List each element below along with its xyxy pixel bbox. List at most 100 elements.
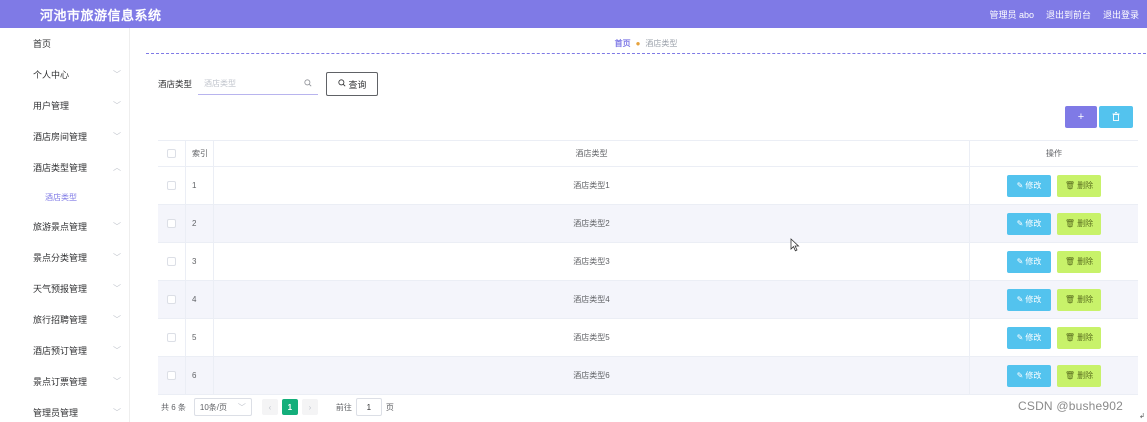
delete-button[interactable]: 🗑 删除 [1057, 364, 1101, 387]
mouse-pointer-icon [790, 238, 800, 252]
main-content: 首页 ● 酒店类型 酒店类型 酒店类型 查询 + 索引 酒店类型 操作 1 酒店… [130, 28, 1147, 422]
chevron-down-icon: ﹀ [113, 284, 121, 293]
edit-button[interactable]: ✎ 修改 [1007, 288, 1051, 311]
sidebar-item-user-management[interactable]: 用户管理 ﹀ [0, 90, 129, 121]
trash-icon: 🗑 [1064, 371, 1076, 380]
trash-icon: 🗑 [1064, 257, 1076, 266]
sidebar-item-hotel-room-management[interactable]: 酒店房间管理 ﹀ [0, 121, 129, 152]
chevron-down-icon: ﹀ [237, 402, 246, 412]
sidebar-item-hotel-booking-management[interactable]: 酒店预订管理 ﹀ [0, 335, 129, 366]
row-hotel-type: 酒店类型4 [214, 281, 970, 318]
sidebar-item-weather-management[interactable]: 天气预报管理 ﹀ [0, 273, 129, 304]
sidebar-item-label: 景点分类管理 [33, 253, 88, 263]
next-page-button[interactable]: › [301, 399, 318, 415]
chevron-down-icon: ﹀ [113, 101, 121, 110]
chevron-up-icon: ︿ [113, 163, 121, 172]
current-user: 管理员 abo [989, 9, 1034, 20]
plus-icon: + [1077, 111, 1085, 123]
logout-link[interactable]: 退出登录 [1103, 8, 1139, 21]
sidebar-item-label: 酒店类型管理 [33, 163, 88, 173]
edit-button-label: 修改 [1025, 371, 1042, 380]
breadcrumb-home[interactable]: 首页 [615, 38, 631, 49]
row-checkbox[interactable] [167, 257, 176, 266]
row-operations: ✎ 修改 🗑 删除 [970, 243, 1138, 280]
search-bar: 酒店类型 酒店类型 查询 [158, 72, 379, 96]
sidebar-item-home[interactable]: 首页 [0, 28, 129, 59]
sidebar-item-recruitment-management[interactable]: 旅行招聘管理 ﹀ [0, 304, 129, 335]
page-number-current[interactable]: 1 [281, 399, 298, 415]
delete-button[interactable]: 🗑 删除 [1057, 212, 1101, 235]
page-size-select[interactable]: 10条/页 ﹀ [193, 398, 252, 416]
query-button[interactable]: 查询 [326, 72, 379, 96]
batch-delete-button[interactable] [1099, 106, 1133, 128]
edit-icon: ✎ [1016, 181, 1024, 190]
sidebar-item-hotel-type-management[interactable]: 酒店类型管理 ︿ [0, 152, 129, 183]
row-index: 3 [186, 243, 214, 280]
search-placeholder: 酒店类型 [204, 79, 237, 88]
row-index: 5 [186, 319, 214, 356]
delete-button[interactable]: 🗑 删除 [1057, 174, 1101, 197]
delete-button-label: 删除 [1077, 257, 1094, 266]
row-operations: ✎ 修改 🗑 删除 [970, 357, 1138, 394]
sidebar-item-label: 旅行招聘管理 [33, 315, 88, 325]
table-row: 5 酒店类型5 ✎ 修改 🗑 删除 [158, 319, 1138, 357]
trash-icon: 🗑 [1064, 295, 1076, 304]
edit-button[interactable]: ✎ 修改 [1007, 174, 1051, 197]
sidebar-item-spot-category-management[interactable]: 景点分类管理 ﹀ [0, 242, 129, 273]
page-size-value: 10条/页 [199, 402, 228, 412]
to-frontend-link[interactable]: 退出到前台 [1046, 8, 1091, 21]
edit-button[interactable]: ✎ 修改 [1007, 250, 1051, 273]
sidebar-item-label: 酒店预订管理 [33, 346, 88, 356]
select-all-checkbox[interactable] [167, 149, 176, 158]
delete-button[interactable]: 🗑 删除 [1057, 250, 1101, 273]
header-checkbox-cell [158, 141, 186, 166]
prev-page-button[interactable]: ‹ [261, 399, 278, 415]
row-hotel-type: 酒店类型1 [214, 167, 970, 204]
sidebar-item-label: 酒店房间管理 [33, 132, 88, 142]
row-checkbox[interactable] [167, 371, 176, 380]
row-checkbox[interactable] [167, 181, 176, 190]
sidebar-item-label: 首页 [33, 39, 52, 49]
delete-button-label: 删除 [1077, 295, 1094, 304]
sidebar-item-admin-management[interactable]: 管理员管理 ﹀ [0, 397, 129, 422]
sidebar-item-label: 管理员管理 [33, 408, 79, 418]
top-header: 河池市旅游信息系统 管理员 abo 退出到前台 退出登录 [0, 0, 1147, 28]
table-row: 4 酒店类型4 ✎ 修改 🗑 删除 [158, 281, 1138, 319]
delete-button-label: 删除 [1077, 181, 1094, 190]
edit-button[interactable]: ✎ 修改 [1007, 364, 1051, 387]
row-checkbox[interactable] [167, 333, 176, 342]
chevron-down-icon: ﹀ [113, 222, 121, 231]
delete-button-label: 删除 [1077, 333, 1094, 342]
sidebar-item-scenic-spot-management[interactable]: 旅游景点管理 ﹀ [0, 211, 129, 242]
chevron-down-icon: ﹀ [113, 377, 121, 386]
sidebar-subitem-hotel-type[interactable]: 酒店类型 [0, 183, 129, 211]
breadcrumb: 首页 ● 酒店类型 [146, 34, 1146, 54]
delete-button-label: 删除 [1077, 371, 1094, 380]
row-index: 4 [186, 281, 214, 318]
table-header-row: 索引 酒店类型 操作 [158, 141, 1138, 167]
app-title: 河池市旅游信息系统 [40, 7, 162, 23]
sidebar-item-label: 用户管理 [33, 101, 70, 111]
query-button-label: 查询 [348, 79, 367, 90]
goto-page-input[interactable]: 1 [355, 398, 382, 416]
row-index: 6 [186, 357, 214, 394]
edit-button-label: 修改 [1025, 219, 1042, 228]
search-icon [337, 79, 346, 89]
watermark: CSDN @bushe902 [1018, 399, 1124, 413]
breadcrumb-separator-icon: ● [635, 39, 641, 48]
pagination: 共 6 条 10条/页 ﹀ ‹ 1 › 前往 1 页 [161, 398, 394, 416]
edit-button[interactable]: ✎ 修改 [1007, 326, 1051, 349]
sidebar-item-ticket-management[interactable]: 景点订票管理 ﹀ [0, 366, 129, 397]
sidebar-item-personal-center[interactable]: 个人中心 ﹀ [0, 59, 129, 90]
add-button[interactable]: + [1065, 106, 1097, 128]
chevron-down-icon: ﹀ [113, 70, 121, 79]
delete-button[interactable]: 🗑 删除 [1057, 326, 1101, 349]
row-checkbox[interactable] [167, 219, 176, 228]
search-input[interactable]: 酒店类型 [198, 73, 319, 95]
goto-prefix: 前往 [335, 402, 352, 412]
edit-button[interactable]: ✎ 修改 [1007, 212, 1051, 235]
delete-button[interactable]: 🗑 删除 [1057, 288, 1101, 311]
row-checkbox[interactable] [167, 295, 176, 304]
trash-icon: 🗑 [1064, 181, 1076, 190]
delete-button-label: 删除 [1077, 219, 1094, 228]
